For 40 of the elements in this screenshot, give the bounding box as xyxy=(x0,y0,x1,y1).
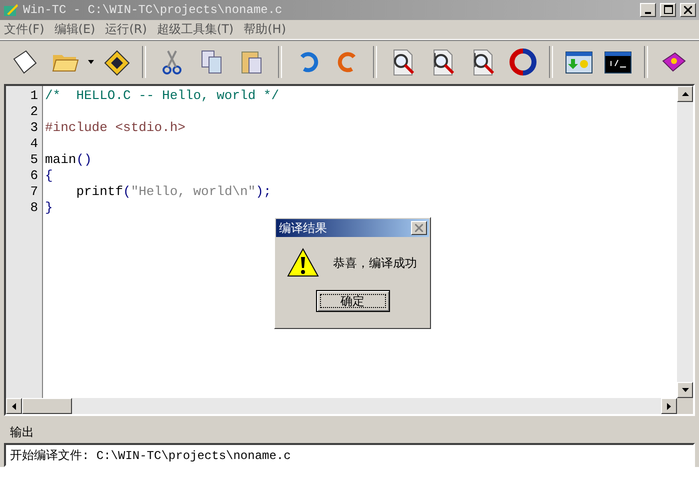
menu-item[interactable]: 超级工具集(T) xyxy=(156,20,234,38)
code-line: } xyxy=(45,200,53,216)
line-number: 2 xyxy=(29,104,39,120)
close-icon xyxy=(415,224,423,232)
line-number: 3 xyxy=(29,120,39,136)
menu-item[interactable]: 文件(F) xyxy=(4,20,44,38)
code-line: #include <stdio.h> xyxy=(45,120,186,136)
minimize-button[interactable] xyxy=(640,2,656,17)
ok-button[interactable]: 确定 xyxy=(316,290,390,312)
code-line: /* HELLO.C -- Hello, world */ xyxy=(45,88,280,104)
code-line: { xyxy=(45,168,53,184)
app-icon xyxy=(3,2,19,18)
window-title: Win-TC - C:\WIN-TC\projects\noname.c xyxy=(23,2,284,17)
code-line: printf("Hello, world\n"); xyxy=(75,184,272,200)
line-number: 5 xyxy=(29,152,39,168)
dialog-title: 编译结果 xyxy=(279,220,327,236)
horizontal-scrollbar[interactable] xyxy=(6,398,677,414)
menu-item[interactable]: 编辑(E) xyxy=(54,20,96,38)
maximize-icon xyxy=(664,5,672,14)
line-number: 7 xyxy=(29,184,39,200)
line-number: 6 xyxy=(29,168,39,184)
line-number: 4 xyxy=(29,136,39,152)
scroll-thumb[interactable] xyxy=(22,398,72,414)
line-number: 1 xyxy=(29,88,39,104)
line-number: 8 xyxy=(29,200,39,216)
maximize-button[interactable] xyxy=(660,2,676,17)
minimize-icon xyxy=(645,12,651,14)
close-button[interactable] xyxy=(411,221,427,235)
menu-item[interactable]: 运行(R) xyxy=(105,20,147,38)
dialog-message: 恭喜，编译成功 xyxy=(333,254,417,272)
close-icon xyxy=(684,6,692,14)
dropdown-arrow-icon[interactable] xyxy=(88,60,94,64)
code-line: main() xyxy=(45,152,92,168)
close-button[interactable] xyxy=(680,2,696,17)
warning-icon xyxy=(287,248,319,278)
vertical-scrollbar[interactable] xyxy=(677,86,693,398)
output-label: 输出 xyxy=(10,424,35,442)
scrollbar-corner xyxy=(677,398,693,414)
output-text: 开始编译文件: C:\WIN-TC\projects\noname.c xyxy=(10,448,291,464)
menu-item[interactable]: 帮助(H) xyxy=(244,20,286,38)
